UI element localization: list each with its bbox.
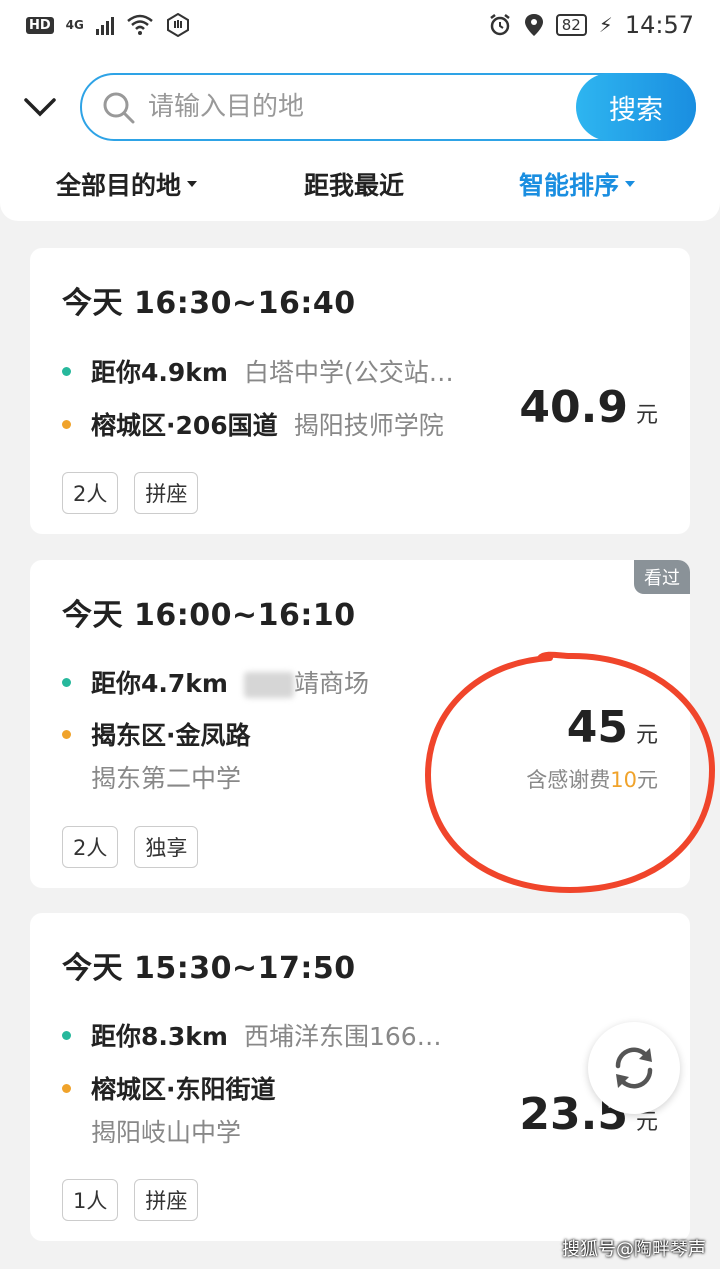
filter-label: 距我最近 xyxy=(304,171,405,200)
price-value: 45 xyxy=(566,702,628,753)
destination-area: 榕城区·东阳街道 xyxy=(91,1075,276,1104)
pickup-location: 靖商场 xyxy=(243,664,369,700)
destination-dot-icon xyxy=(62,729,71,739)
destination-place: 揭阳岐山中学 xyxy=(91,1118,242,1147)
location-icon xyxy=(524,14,543,36)
search-button[interactable]: 搜索 xyxy=(576,73,696,141)
filter-label: 智能排序 xyxy=(519,171,620,200)
destination-dot-icon xyxy=(62,419,71,429)
pickup-dot-icon xyxy=(62,366,71,376)
wifi-icon xyxy=(127,14,153,35)
chevron-down-icon[interactable] xyxy=(20,90,60,126)
caret-down-icon xyxy=(187,181,198,187)
tag-list: 1人 拼座 xyxy=(62,1179,199,1221)
alarm-icon xyxy=(489,14,510,36)
clock: 14:57 xyxy=(624,11,694,39)
pickup-line: 距你4.7km 靖商场 xyxy=(62,664,369,700)
caret-down-icon xyxy=(625,181,636,187)
order-card[interactable]: 今天 16:30~16:40 距你4.9km 白塔中学(公交站… 榕城区·206… xyxy=(30,248,690,534)
filter-bar: 全部目的地 距我最近 智能排序 xyxy=(0,160,720,210)
price-unit: 元 xyxy=(635,723,658,748)
destination-line: 榕城区·206国道 揭阳技师学院 xyxy=(62,406,444,442)
passenger-count-tag: 2人 xyxy=(62,826,119,868)
pickup-distance: 距你4.7km xyxy=(91,669,228,698)
redaction-blur xyxy=(243,672,294,698)
pickup-location-text: 靖商场 xyxy=(293,669,369,698)
thanks-fee: 含感谢费10元 xyxy=(526,764,658,794)
battery-indicator: 82 xyxy=(555,14,587,36)
pickup-location: 西埔洋东围166… xyxy=(243,1022,442,1051)
refresh-icon xyxy=(615,1047,653,1089)
status-bar: HD 4G 82 ⚡ 14:57 xyxy=(0,0,720,50)
passenger-count-tag: 2人 xyxy=(62,472,119,514)
tag-list: 2人 拼座 xyxy=(62,472,199,514)
filter-smart-sort[interactable]: 智能排序 xyxy=(519,166,636,202)
pickup-line: 距你8.3km 西埔洋东围166… xyxy=(62,1017,442,1053)
destination-place: 揭阳技师学院 xyxy=(293,411,444,440)
ride-type-tag: 拼座 xyxy=(134,1179,199,1221)
destination-line: 榕城区·东阳街道 xyxy=(62,1070,276,1106)
filter-all-destinations[interactable]: 全部目的地 xyxy=(56,166,198,202)
pickup-dot-icon xyxy=(62,1030,71,1040)
pickup-location: 白塔中学(公交站… xyxy=(243,358,454,387)
fee-label: 含感谢费 xyxy=(526,768,611,792)
filter-label: 全部目的地 xyxy=(56,171,182,200)
search-icon xyxy=(103,92,135,124)
pickup-distance: 距你4.9km xyxy=(91,358,228,387)
time-range: 今天 16:00~16:10 xyxy=(62,598,356,633)
tag-list: 2人 独享 xyxy=(62,826,199,868)
passenger-count-tag: 1人 xyxy=(62,1179,119,1221)
refresh-button[interactable] xyxy=(588,1022,680,1114)
header: 搜索 全部目的地 距我最近 智能排序 xyxy=(0,50,720,221)
destination-place: 揭东第二中学 xyxy=(91,764,242,793)
charging-icon: ⚡ xyxy=(598,13,613,37)
time-range: 今天 15:30~17:50 xyxy=(62,951,356,986)
fee-unit: 元 xyxy=(637,768,658,792)
search-input[interactable] xyxy=(148,85,548,129)
hd-icon: HD xyxy=(26,16,54,34)
price-value: 40.9 xyxy=(519,382,628,433)
search-bar: 搜索 xyxy=(80,73,696,141)
fee-amount: 10 xyxy=(610,768,637,792)
pickup-line: 距你4.9km 白塔中学(公交站… xyxy=(62,353,454,389)
ride-type-tag: 拼座 xyxy=(134,472,199,514)
time-range: 今天 16:30~16:40 xyxy=(62,286,356,321)
destination-area: 榕城区·206国道 xyxy=(91,411,278,440)
price: 40.9 元 xyxy=(519,382,658,433)
hand-icon xyxy=(166,13,189,37)
pickup-dot-icon xyxy=(62,677,71,687)
destination-line: 揭东区·金凤路 xyxy=(62,716,251,752)
pickup-distance: 距你8.3km xyxy=(91,1022,228,1051)
watermark: 搜狐号@陶畔琴声 xyxy=(562,1239,706,1260)
order-card[interactable]: 看过 今天 16:00~16:10 距你4.7km 靖商场 揭东区·金凤路 揭东… xyxy=(30,560,690,888)
ride-type-tag: 独享 xyxy=(134,826,199,868)
signal-icon xyxy=(95,15,114,35)
filter-nearest[interactable]: 距我最近 xyxy=(304,166,404,202)
price: 45 元 xyxy=(567,702,658,753)
network-type: 4G xyxy=(65,18,84,32)
price-unit: 元 xyxy=(635,403,658,428)
seen-badge: 看过 xyxy=(634,560,690,594)
destination-dot-icon xyxy=(62,1083,71,1093)
destination-area: 揭东区·金凤路 xyxy=(91,721,251,750)
